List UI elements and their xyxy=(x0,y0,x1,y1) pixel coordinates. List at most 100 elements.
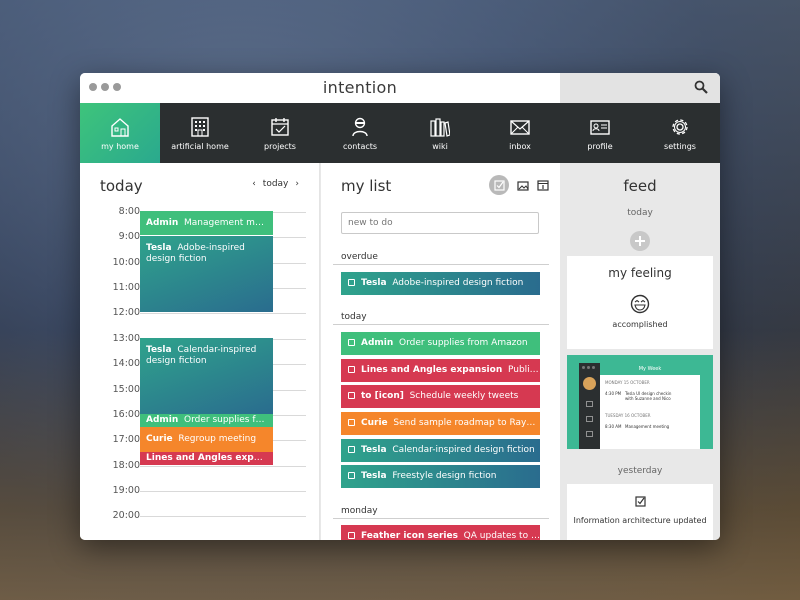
hour-line xyxy=(140,491,306,492)
task-text: QA updates to Fea... xyxy=(463,531,540,540)
hour-line xyxy=(140,313,306,314)
nav-label: wiki xyxy=(432,142,448,151)
feeling-card[interactable]: my feeling accomplished xyxy=(567,256,713,349)
add-feed-button[interactable] xyxy=(630,231,650,251)
screenshot-card[interactable]: My Week MONDAY 15 OCTOBER 4:30 PM Tesla … xyxy=(567,355,713,449)
nav-item-contacts[interactable]: contacts xyxy=(320,103,400,163)
section-monday: monday xyxy=(341,506,378,516)
event-text: Management mee... xyxy=(184,218,273,228)
event-project: Admin xyxy=(146,218,179,228)
nav-item-settings[interactable]: settings xyxy=(640,103,720,163)
calendar-event[interactable]: Curie Regroup meeting xyxy=(140,427,273,452)
preview-header: My Week xyxy=(600,363,700,375)
screenshot-preview: My Week MONDAY 15 OCTOBER 4:30 PM Tesla … xyxy=(579,363,700,449)
feed-date-yesterday: yesterday xyxy=(617,466,663,476)
hour-label: 9:00 xyxy=(118,231,140,242)
task-project: Tesla xyxy=(361,471,387,481)
nav-label: artificial home xyxy=(171,142,229,151)
preview-dot xyxy=(582,366,585,369)
nav-item-my-home[interactable]: my home xyxy=(80,103,160,163)
task-text: Send sample roadmap to Raymo... xyxy=(393,418,540,428)
calendar-icon xyxy=(271,118,289,136)
today-panel: today ‹ today › 8:00 9:00 10:00 11:00 12… xyxy=(80,163,320,540)
calendar-event[interactable]: Admin Management mee... xyxy=(140,211,273,235)
event-project: Tesla xyxy=(146,243,172,253)
task-item[interactable]: Tesla Calendar-inspired design fiction xyxy=(341,439,540,462)
tasks-view-button[interactable] xyxy=(489,175,509,195)
prev-day-button[interactable]: ‹ xyxy=(252,179,256,189)
gear-icon xyxy=(672,119,688,135)
section-divider xyxy=(333,324,549,325)
task-item[interactable]: Feather icon series QA updates to Fea... xyxy=(341,525,540,540)
laughing-face-icon xyxy=(630,294,650,314)
list-title: my list xyxy=(341,177,392,195)
nav-item-projects[interactable]: projects xyxy=(240,103,320,163)
task-item[interactable]: Lines and Angles expansion Publish Li... xyxy=(341,359,540,382)
nav-label: projects xyxy=(264,142,296,151)
search-area[interactable] xyxy=(560,73,720,103)
event-project: Lines and Angles expans xyxy=(146,453,272,463)
calendar-event[interactable]: Lines and Angles expans ... xyxy=(140,452,273,465)
task-project: to [icon] xyxy=(361,391,404,401)
nav-label: profile xyxy=(587,142,613,151)
preview-dot xyxy=(592,366,595,369)
hour-label: 8:00 xyxy=(118,206,140,217)
building-icon xyxy=(191,117,209,137)
task-text: Order supplies from Amazon xyxy=(399,338,528,348)
app-title: intention xyxy=(322,78,398,97)
preview-calendar-icon xyxy=(586,416,593,422)
nav-label: inbox xyxy=(509,142,531,151)
task-project: Tesla xyxy=(361,278,387,288)
hour-label: 20:00 xyxy=(112,510,140,521)
hour-label: 12:00 xyxy=(112,307,140,318)
title-bar: intention xyxy=(80,73,720,103)
event-project: Admin xyxy=(146,415,179,425)
preview-mail-icon xyxy=(586,401,593,407)
hour-label: 10:00 xyxy=(112,257,140,268)
calendar-event[interactable]: Admin Order supplies fro... xyxy=(140,414,273,427)
task-item[interactable]: Tesla Adobe-inspired design fiction xyxy=(341,272,540,295)
app-window: intention my home artificial home projec… xyxy=(80,73,720,540)
calendar-event[interactable]: Tesla Adobe-inspired design fiction xyxy=(140,236,273,312)
next-day-button[interactable]: › xyxy=(295,179,299,189)
feeling-value: accomplished xyxy=(612,320,668,329)
feed-panel: feed today my feeling accomplished My We… xyxy=(560,163,720,540)
list-view-toggles xyxy=(489,175,549,195)
preview-avatar xyxy=(583,377,596,390)
envelope-icon xyxy=(510,120,530,135)
list-panel: my list overdue Tesla Adobe-inspired des… xyxy=(320,163,561,540)
nav-item-inbox[interactable]: inbox xyxy=(480,103,560,163)
preview-day: MONDAY 15 OCTOBER xyxy=(605,380,650,385)
task-item[interactable]: Admin Order supplies from Amazon xyxy=(341,332,540,355)
check-square-icon xyxy=(635,496,646,507)
task-item[interactable]: Tesla Freestyle design fiction xyxy=(341,465,540,488)
section-divider xyxy=(333,518,549,519)
task-item[interactable]: Curie Send sample roadmap to Raymo... xyxy=(341,412,540,435)
hour-label: 11:00 xyxy=(112,282,140,293)
task-project: Lines and Angles expansion xyxy=(361,365,503,375)
section-overdue: overdue xyxy=(341,252,378,262)
info-arch-card[interactable]: Information architecture updated xyxy=(567,484,713,540)
person-icon xyxy=(352,117,368,137)
image-icon[interactable] xyxy=(517,180,529,191)
hour-line xyxy=(140,466,306,467)
nav-item-wiki[interactable]: wiki xyxy=(400,103,480,163)
event-project: Tesla xyxy=(146,345,172,355)
nav-label: my home xyxy=(101,142,139,151)
preview-time: 8:30 AM xyxy=(605,424,622,429)
feed-date-today: today xyxy=(627,208,653,218)
hour-label: 19:00 xyxy=(112,485,140,496)
nav-item-profile[interactable]: profile xyxy=(560,103,640,163)
today-button[interactable]: today xyxy=(263,179,289,189)
nav-item-artificial-home[interactable]: artificial home xyxy=(160,103,240,163)
plus-icon xyxy=(635,236,645,246)
preview-item: Tesla UI design checkin with Suzanne and… xyxy=(625,391,672,401)
task-item[interactable]: to [icon] Schedule weekly tweets xyxy=(341,385,540,408)
search-icon[interactable] xyxy=(694,80,708,94)
calendar-small-icon[interactable] xyxy=(537,179,549,191)
calendar-event[interactable]: Tesla Calendar-inspired design fiction xyxy=(140,338,273,414)
task-text: Freestyle design fiction xyxy=(392,471,497,481)
preview-item: Management meeting xyxy=(625,424,670,429)
new-todo-input[interactable] xyxy=(341,212,539,234)
hour-row: 20:00 xyxy=(80,510,319,522)
